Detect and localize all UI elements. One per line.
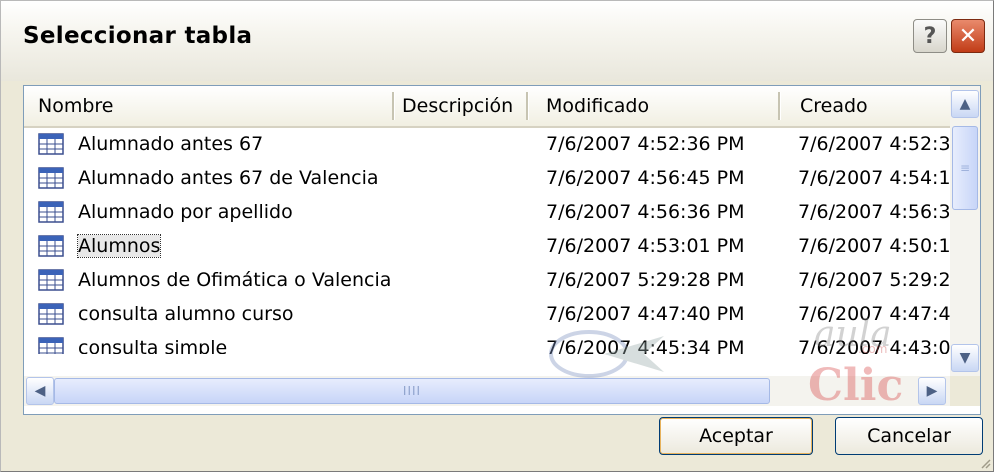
cell-created: 7/6/2007 4:50:1 <box>798 235 950 257</box>
column-header-created[interactable]: Creado <box>800 95 868 117</box>
title-bar[interactable]: Seleccionar tabla ? ✕ <box>1 1 993 81</box>
cell-created: 7/6/2007 4:47:4 <box>798 303 950 325</box>
table-row[interactable]: Alumnado antes 67 de Valencia 7/6/2007 4:… <box>24 162 950 196</box>
horizontal-scrollbar[interactable]: ◀ IIII ▶ <box>24 376 950 406</box>
cell-created: 7/6/2007 4:56:3 <box>798 201 950 223</box>
cell-modified: 7/6/2007 4:45:34 PM <box>546 337 745 354</box>
column-divider[interactable] <box>778 92 781 120</box>
column-header-modified[interactable]: Modificado <box>546 95 649 117</box>
cell-modified: 7/6/2007 4:52:36 PM <box>546 133 745 155</box>
cell-created: 7/6/2007 4:54:1 <box>798 167 950 189</box>
list-header: Nombre Descripción Modificado Creado <box>24 86 980 128</box>
table-icon <box>38 133 64 155</box>
accept-button[interactable]: Aceptar <box>659 417 813 455</box>
dialog-title: Seleccionar tabla <box>23 23 253 49</box>
table-row[interactable]: Alumnado por apellido 7/6/2007 4:56:36 PM… <box>24 196 950 230</box>
cell-name: consulta alumno curso <box>78 303 294 325</box>
cell-name: Alumnado antes 67 <box>78 133 264 155</box>
table-icon <box>38 269 64 291</box>
cell-created: 7/6/2007 4:43:0 <box>798 337 950 354</box>
vertical-scrollbar[interactable]: ▲ ≡ ▼ <box>950 86 980 376</box>
scroll-up-button[interactable]: ▲ <box>951 90 979 118</box>
column-divider[interactable] <box>526 92 529 120</box>
list-body: Alumnado antes 67 7/6/2007 4:52:36 PM 7/6/… <box>24 128 950 354</box>
cell-modified: 7/6/2007 5:29:28 PM <box>546 269 745 291</box>
table-list[interactable]: Nombre Descripción Modificado Creado Alu… <box>23 85 981 415</box>
column-header-name[interactable]: Nombre <box>38 95 114 117</box>
resize-grip-icon[interactable] <box>979 457 991 469</box>
cell-name: Alumnos de Ofimática o Valencia <box>78 269 392 291</box>
cell-modified: 7/6/2007 4:53:01 PM <box>546 235 745 257</box>
cell-modified: 7/6/2007 4:56:45 PM <box>546 167 745 189</box>
table-icon <box>38 337 64 354</box>
column-header-description[interactable]: Descripción <box>402 95 513 117</box>
table-row[interactable]: Alumnos 7/6/2007 4:53:01 PM 7/6/2007 4:50:… <box>24 230 950 264</box>
table-row[interactable]: consulta simple 7/6/2007 4:45:34 PM 7/6/20… <box>24 332 950 354</box>
help-button[interactable]: ? <box>913 19 947 53</box>
vertical-scroll-thumb[interactable]: ≡ <box>952 126 978 210</box>
table-icon <box>38 303 64 325</box>
cell-name: Alumnos <box>76 234 162 258</box>
cell-created: 7/6/2007 5:29:2 <box>798 269 950 291</box>
cell-name: Alumnado antes 67 de Valencia <box>78 167 379 189</box>
cell-created: 7/6/2007 4:52:3 <box>798 133 950 155</box>
cell-modified: 7/6/2007 4:47:40 PM <box>546 303 745 325</box>
scroll-down-button[interactable]: ▼ <box>951 344 979 372</box>
scroll-right-button[interactable]: ▶ <box>918 377 946 405</box>
table-icon <box>38 167 64 189</box>
cancel-button[interactable]: Cancelar <box>835 417 983 455</box>
cell-name: consulta simple <box>78 337 228 354</box>
scroll-corner <box>950 376 980 406</box>
table-row[interactable]: Alumnado antes 67 7/6/2007 4:52:36 PM 7/6/… <box>24 128 950 162</box>
column-divider[interactable] <box>392 92 395 120</box>
cell-modified: 7/6/2007 4:56:36 PM <box>546 201 745 223</box>
table-row[interactable]: Alumnos de Ofimática o Valencia 7/6/2007 … <box>24 264 950 298</box>
horizontal-scroll-thumb[interactable]: IIII <box>54 378 770 404</box>
table-icon <box>38 235 64 257</box>
scroll-left-button[interactable]: ◀ <box>26 377 54 405</box>
cell-name: Alumnado por apellido <box>78 201 293 223</box>
close-button[interactable]: ✕ <box>951 19 985 53</box>
table-icon <box>38 201 64 223</box>
table-row[interactable]: consulta alumno curso 7/6/2007 4:47:40 PM… <box>24 298 950 332</box>
select-table-dialog: Seleccionar tabla ? ✕ Nombre Descripción… <box>0 0 994 472</box>
